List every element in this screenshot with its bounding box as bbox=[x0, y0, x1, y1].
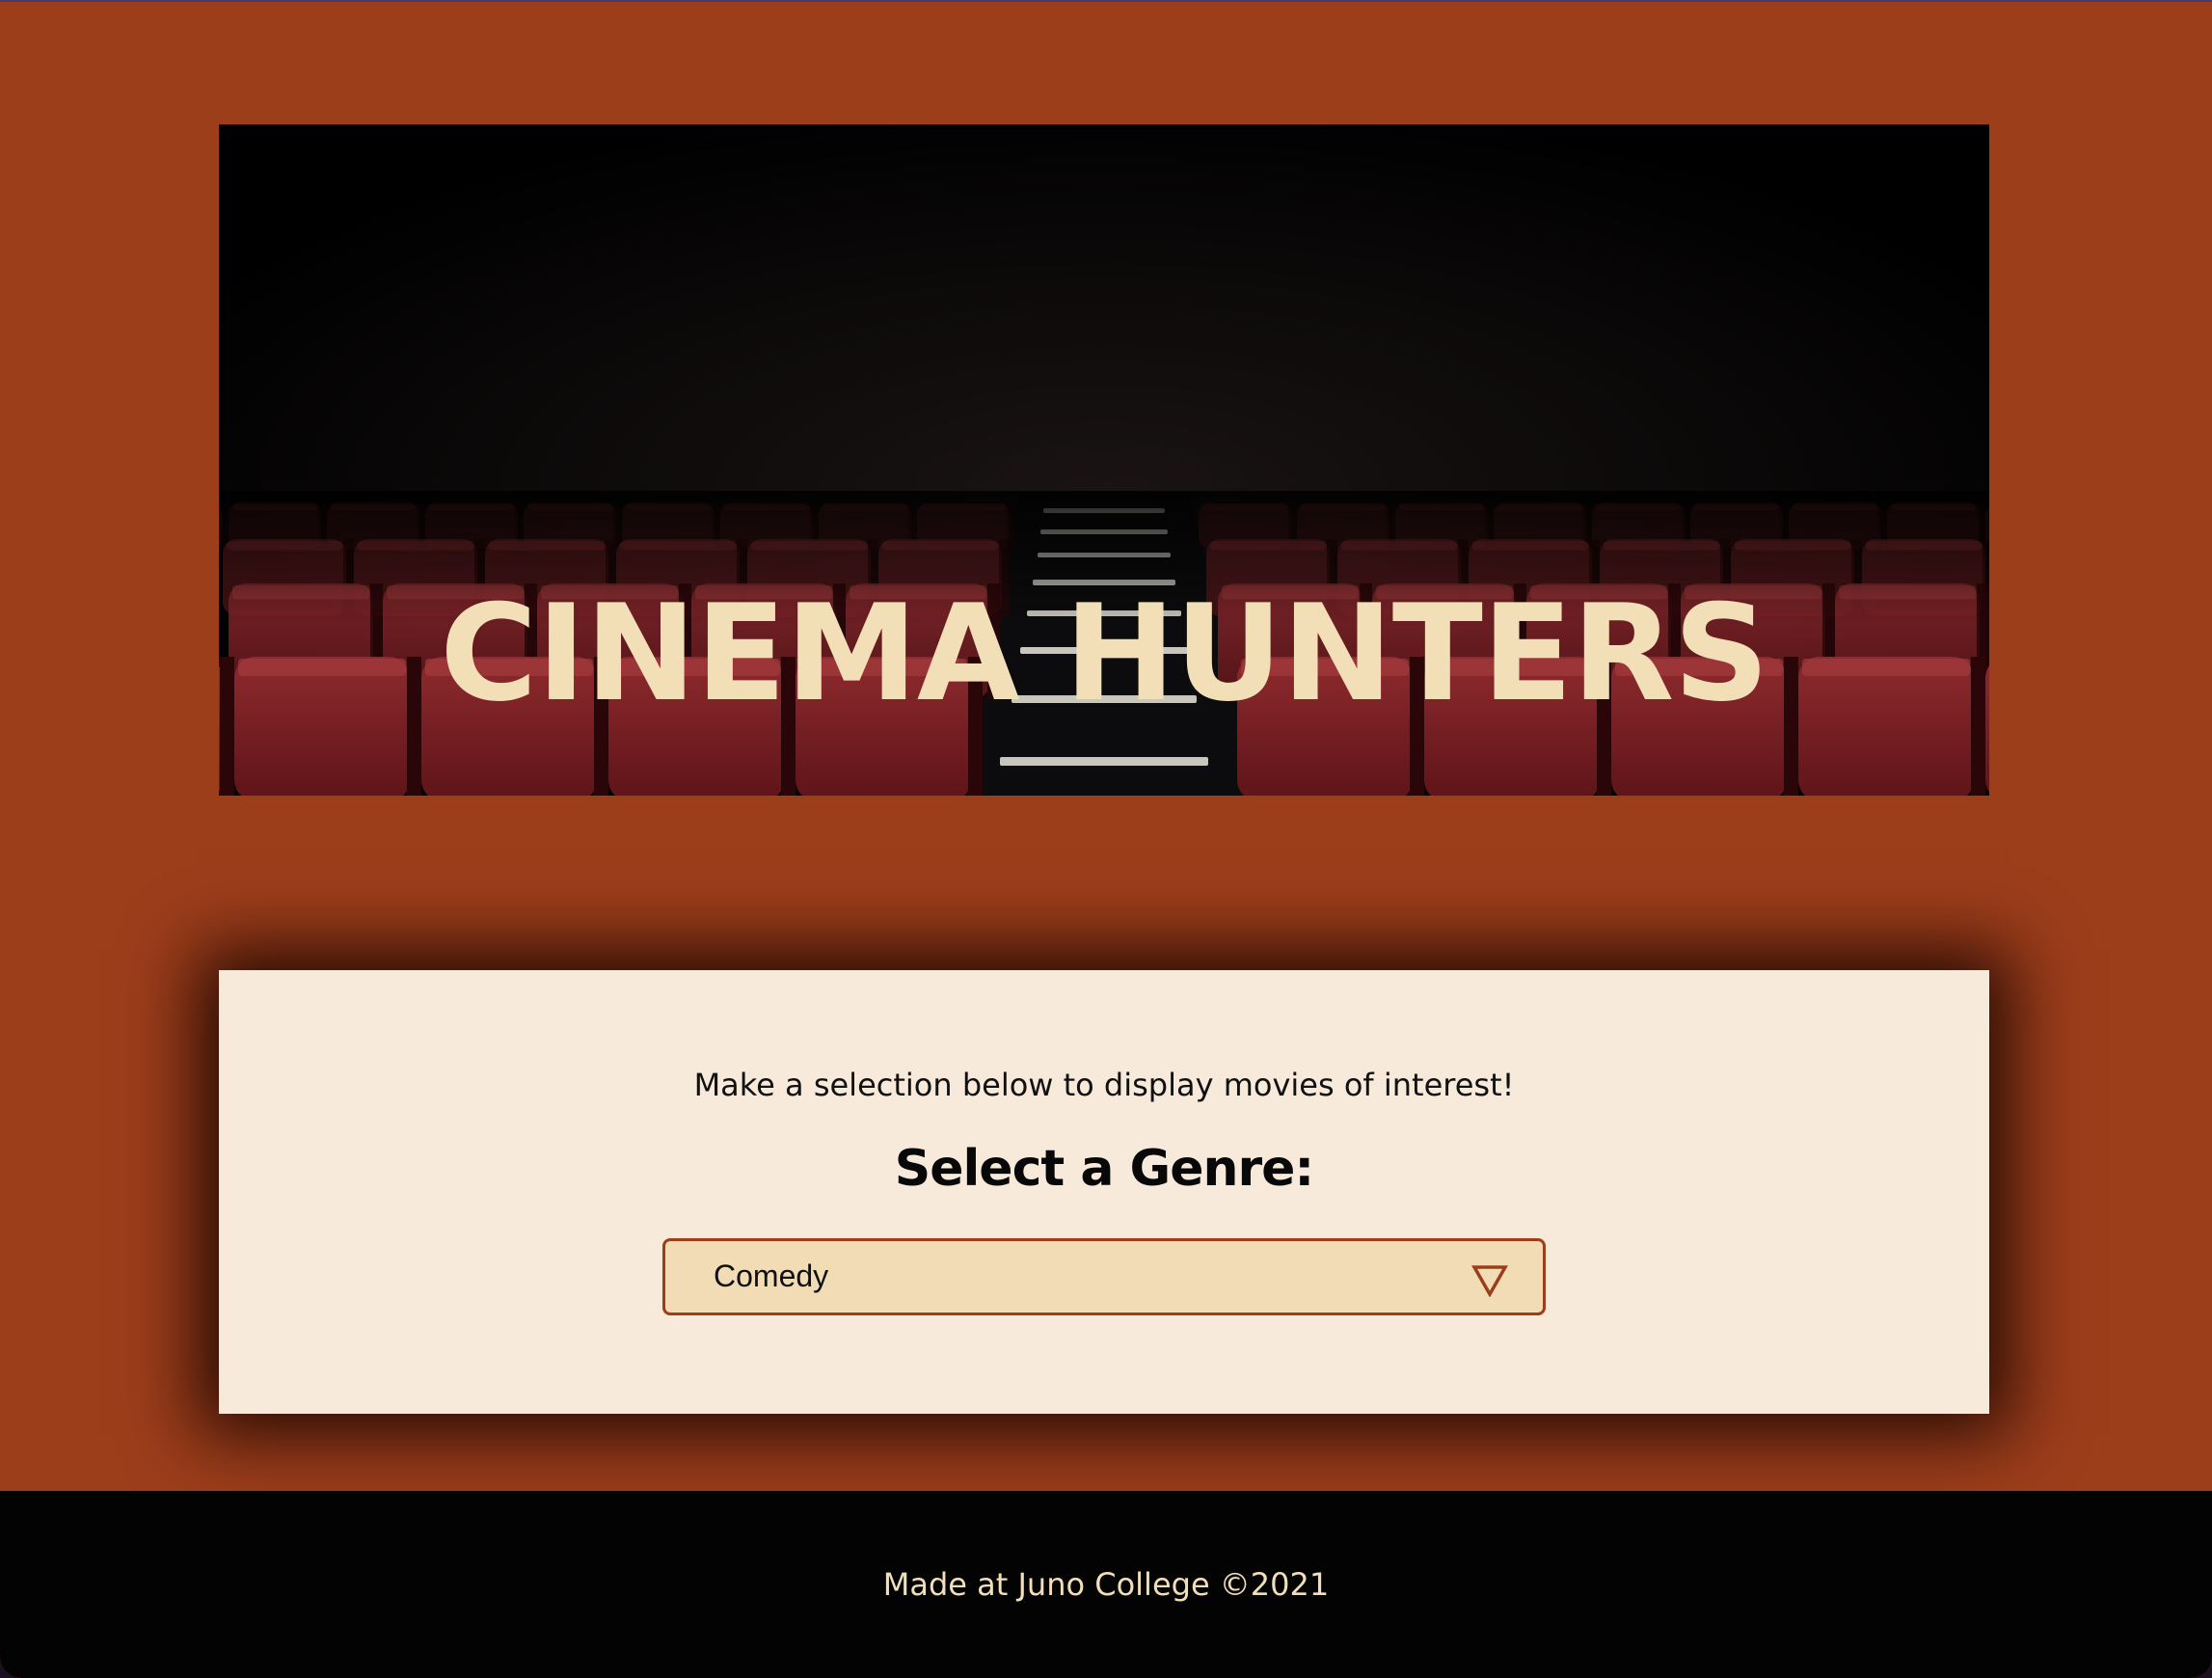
triangle-down-icon bbox=[1471, 1265, 1508, 1297]
genre-label: Select a Genre: bbox=[894, 1140, 1314, 1198]
hero-banner: CINEMA HUNTERS bbox=[219, 124, 1989, 796]
footer-text: Made at Juno College ©2021 bbox=[882, 1566, 1330, 1603]
selected-genre: Comedy bbox=[714, 1258, 829, 1293]
page-footer: Made at Juno College ©2021 bbox=[0, 1491, 2212, 1678]
browser-window: CINEMA HUNTERS Make a selection below to… bbox=[0, 0, 2212, 1678]
site-title: CINEMA HUNTERS bbox=[440, 576, 1769, 732]
genre-selection-card: Make a selection below to display movies… bbox=[219, 970, 1989, 1414]
genre-select[interactable]: Comedy bbox=[662, 1238, 1546, 1315]
intro-text: Make a selection below to display movies… bbox=[693, 1067, 1515, 1103]
